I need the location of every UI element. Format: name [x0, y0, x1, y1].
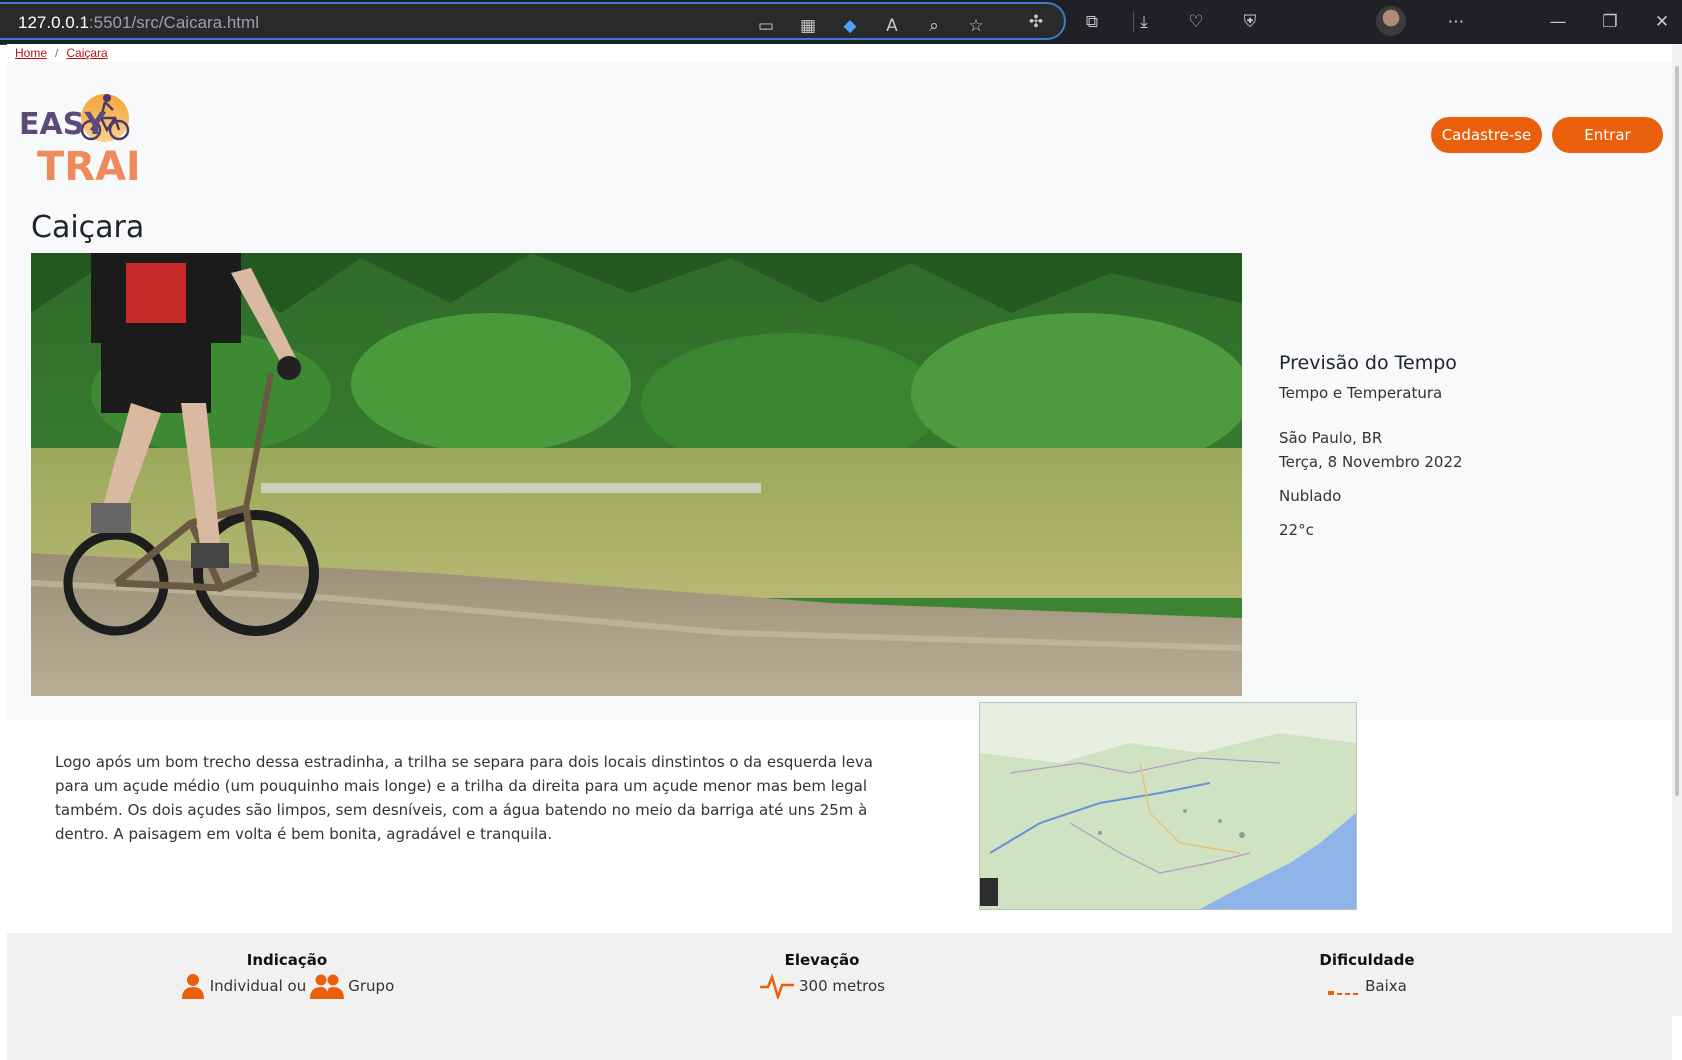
page-title: Caiçara	[31, 210, 145, 245]
restore-icon[interactable]: ❐	[1600, 12, 1620, 32]
trail-hero-image	[31, 253, 1242, 696]
weather-date: Terça, 8 Novembro 2022	[1279, 453, 1463, 471]
svg-text:TRAIL: TRAIL	[37, 144, 137, 184]
breadcrumb-separator: /	[55, 46, 59, 60]
trail-map[interactable]	[979, 702, 1357, 910]
hero-section: EASY TRAIL Cadastre-se Entrar Caiçara	[7, 62, 1672, 720]
close-icon[interactable]: ✕	[1652, 12, 1672, 32]
breadcrumb: Home / Caiçara	[15, 46, 108, 60]
health-icon[interactable]: ♡	[1186, 12, 1206, 32]
stat-dificuldade-title: Dificuldade	[1319, 951, 1415, 969]
read-aloud-icon[interactable]: A	[882, 16, 902, 36]
stat-elevacao: Elevação 300 metros	[732, 951, 912, 999]
stat-indicacao-title: Indicação	[246, 951, 328, 969]
scrollbar-thumb[interactable]	[1675, 66, 1679, 796]
stat-dificuldade: Dificuldade Baixa	[1292, 951, 1442, 999]
page-content: Home/Caiçara EASY TRAIL Cadastre-se Ent	[7, 44, 1672, 1060]
stat-group-label: Grupo	[348, 977, 395, 995]
weather-condition: Nublado	[1279, 487, 1342, 505]
download-icon[interactable]: ⤓	[1134, 12, 1154, 32]
easy-trail-logo[interactable]: EASY TRAIL	[17, 88, 137, 184]
devices-icon[interactable]: ▭	[756, 16, 776, 36]
person-icon	[181, 974, 204, 999]
more-options-icon[interactable]: ⋯	[1446, 12, 1466, 32]
browser-essentials-icon[interactable]: ⛨	[1240, 12, 1260, 32]
breadcrumb-home-link[interactable]: Home	[15, 46, 47, 60]
weather-location: São Paulo, BR	[1279, 429, 1383, 447]
breadcrumb-current-link[interactable]: Caiçara	[66, 46, 107, 60]
trail-stats-footer: Indicação Individual ou Grupo Elevação 3…	[7, 933, 1672, 1060]
collections-icon[interactable]: ⧉	[1082, 12, 1102, 32]
elevation-pulse-icon	[760, 973, 795, 999]
trail-description: Logo após um bom trecho dessa estradinha…	[55, 753, 873, 843]
difficulty-low-icon	[1328, 991, 1359, 995]
page-scrollbar[interactable]	[1672, 44, 1682, 1016]
weather-title: Previsão do Tempo	[1279, 352, 1457, 374]
group-icon	[310, 974, 345, 999]
url-text[interactable]: 127.0.0.1:5501/src/Caicara.html	[18, 13, 259, 33]
address-bar[interactable]: 127.0.0.1:5501/src/Caicara.html ▭ ▦ ◆ A …	[0, 2, 1066, 40]
stat-dificuldade-value: Baixa	[1365, 977, 1407, 995]
coupon-tag-icon[interactable]: ◆	[840, 16, 860, 36]
stat-elevacao-title: Elevação	[784, 951, 860, 969]
signup-button[interactable]: Cadastre-se	[1431, 117, 1542, 153]
weather-temperature: 22°c	[1279, 521, 1314, 539]
weather-subtitle: Tempo e Temperatura	[1279, 384, 1443, 402]
stat-individual-label: Individual ou	[209, 977, 307, 995]
login-button[interactable]: Entrar	[1552, 117, 1663, 153]
favorite-add-icon[interactable]: ☆	[966, 16, 986, 36]
profile-avatar[interactable]	[1376, 6, 1406, 36]
extensions-icon[interactable]: ✣	[1026, 12, 1046, 32]
browser-toolbar: 127.0.0.1:5501/src/Caicara.html ▭ ▦ ◆ A …	[0, 0, 1682, 45]
apps-icon[interactable]: ▦	[798, 16, 818, 36]
stat-elevacao-value: 300 metros	[799, 977, 885, 995]
svg-text:EASY: EASY	[19, 107, 107, 142]
minimize-icon[interactable]: —	[1548, 12, 1568, 32]
zoom-icon[interactable]: ⌕	[924, 16, 944, 36]
stat-indicacao: Indicação Individual ou Grupo	[177, 951, 397, 999]
weather-widget: Previsão do Tempo Tempo e Temperatura Sã…	[1279, 352, 1463, 542]
